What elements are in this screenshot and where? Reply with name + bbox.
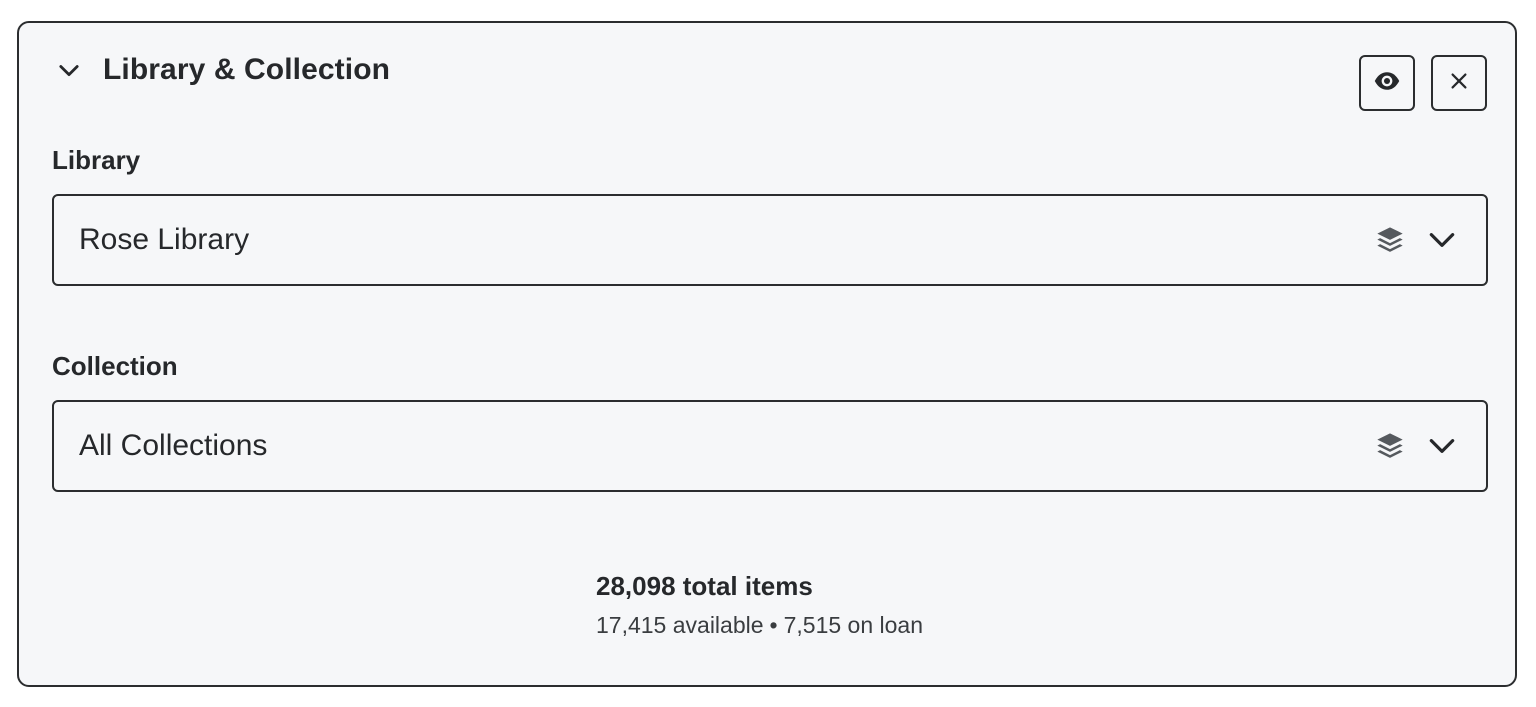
total-items: 28,098 total items	[596, 571, 813, 601]
library-selected-value: Rose Library	[79, 223, 250, 256]
collection-select[interactable]: All Collections	[52, 400, 1488, 492]
library-label: Library	[52, 145, 141, 175]
section-header[interactable]: Library & Collection	[53, 53, 390, 87]
availability-detail: 17,415 available • 7,515 on loan	[596, 612, 923, 639]
available-count: 17,415 available	[596, 612, 764, 638]
layers-icon	[1374, 224, 1406, 256]
item-summary: 28,098 total items 17,415 available • 7,51…	[596, 571, 923, 639]
eye-icon	[1373, 67, 1401, 100]
layers-icon	[1374, 430, 1406, 462]
chevron-down-icon	[1426, 224, 1458, 256]
collection-selected-value: All Collections	[79, 429, 268, 462]
library-select[interactable]: Rose Library	[52, 194, 1488, 286]
separator-dot: •	[769, 612, 778, 638]
preview-button[interactable]	[1359, 55, 1415, 111]
section-title: Library & Collection	[103, 53, 391, 86]
on-loan-count: 7,515 on loan	[783, 612, 923, 638]
library-collection-panel: Library & Collection Library Rose Librar…	[17, 21, 1517, 687]
collection-label: Collection	[52, 351, 178, 381]
chevron-down-icon[interactable]	[53, 54, 85, 86]
close-button[interactable]	[1431, 55, 1487, 111]
chevron-down-icon	[1426, 430, 1458, 462]
close-icon	[1448, 70, 1470, 97]
